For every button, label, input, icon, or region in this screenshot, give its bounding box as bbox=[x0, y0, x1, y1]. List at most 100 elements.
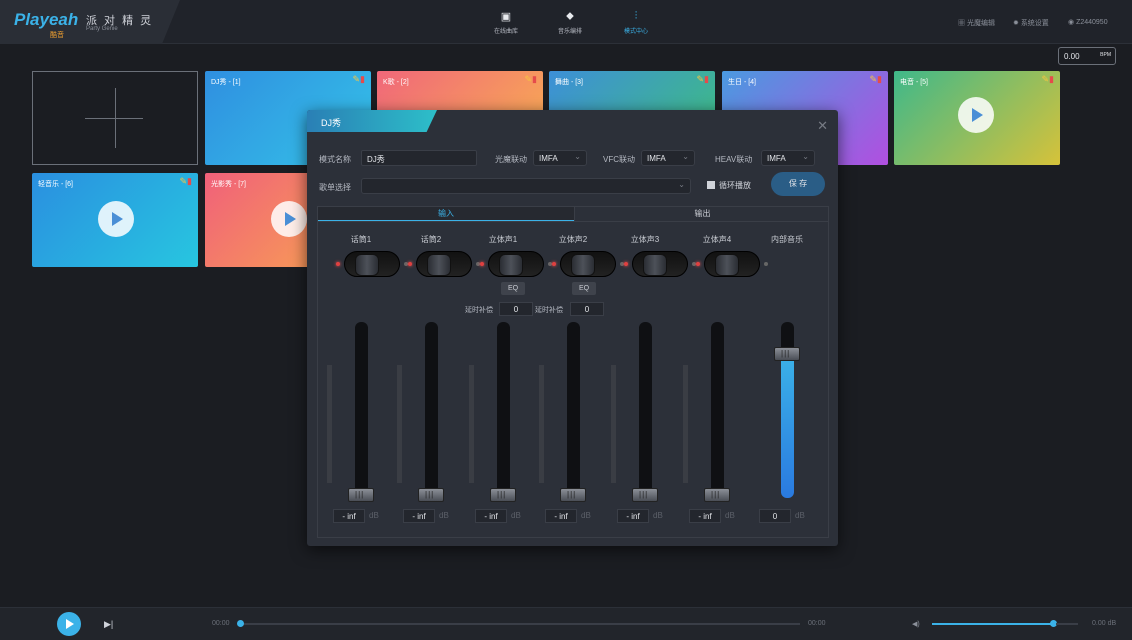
channel-name: 立体声4 bbox=[702, 235, 732, 244]
db-input[interactable]: - inf bbox=[689, 509, 721, 523]
edit-icon[interactable]: ✎ bbox=[525, 74, 533, 84]
db-input[interactable]: 0 bbox=[759, 509, 791, 523]
volume-slider[interactable] bbox=[932, 620, 1057, 627]
level-meter bbox=[611, 365, 616, 483]
add-mode-button[interactable] bbox=[32, 71, 198, 165]
fader-track[interactable] bbox=[355, 322, 368, 498]
fader-track[interactable] bbox=[425, 322, 438, 498]
delete-icon[interactable]: ▮ bbox=[704, 74, 709, 84]
tab-output[interactable]: 输出 bbox=[574, 207, 830, 221]
save-button[interactable]: 保 存 bbox=[771, 172, 825, 196]
next-track-icon[interactable]: ▶| bbox=[104, 619, 113, 630]
db-input[interactable]: - inf bbox=[475, 509, 507, 523]
fader-thumb[interactable] bbox=[418, 488, 444, 502]
progress-slider[interactable] bbox=[237, 620, 800, 627]
app-name-en: Party Genie bbox=[86, 26, 118, 32]
checkbox-icon bbox=[707, 181, 715, 189]
db-input[interactable]: - inf bbox=[333, 509, 365, 523]
fader-thumb[interactable] bbox=[560, 488, 586, 502]
channel-switch[interactable] bbox=[488, 251, 544, 277]
channel-switch[interactable] bbox=[632, 251, 688, 277]
level-meter bbox=[469, 365, 474, 483]
edit-icon[interactable]: ✎ bbox=[697, 74, 705, 84]
edit-icon[interactable]: ✎ bbox=[1042, 74, 1050, 84]
play-icon[interactable] bbox=[98, 201, 134, 237]
delay-label-stereo1: 延时补偿 bbox=[465, 307, 493, 314]
channel-name: 话筒2 bbox=[420, 235, 442, 244]
settings-link[interactable]: ✹ 系统设置 bbox=[1013, 18, 1049, 28]
edit-icon[interactable]: ✎ bbox=[353, 74, 361, 84]
progress-handle[interactable] bbox=[237, 620, 244, 627]
db-input[interactable]: - inf bbox=[545, 509, 577, 523]
heav-link-select[interactable]: IMFA bbox=[761, 150, 815, 166]
vfc-link-select[interactable]: IMFA bbox=[641, 150, 695, 166]
io-tabs: 输入 输出 bbox=[317, 206, 829, 222]
channel-switch[interactable] bbox=[560, 251, 616, 277]
nav-tab-online-library[interactable]: ▣ 在线曲库 bbox=[481, 10, 531, 35]
card-title: 生日 - [4] bbox=[728, 79, 757, 86]
loop-checkbox[interactable]: 循环播放 bbox=[707, 180, 751, 191]
card-title: 电音 - [5] bbox=[900, 79, 929, 86]
vfc-link-label: VFC联动 bbox=[603, 155, 635, 164]
fader-track[interactable] bbox=[639, 322, 652, 498]
edit-icon[interactable]: ✎ bbox=[180, 176, 188, 186]
signal-led bbox=[336, 262, 340, 266]
delay-input-stereo2[interactable]: 0 bbox=[570, 302, 604, 316]
signal-led bbox=[408, 262, 412, 266]
delete-icon[interactable]: ▮ bbox=[1049, 74, 1054, 84]
db-input[interactable]: - inf bbox=[617, 509, 649, 523]
tab-input[interactable]: 输入 bbox=[318, 207, 574, 221]
delete-icon[interactable]: ▮ bbox=[877, 74, 882, 84]
fader-track[interactable] bbox=[711, 322, 724, 498]
fader-thumb[interactable] bbox=[632, 488, 658, 502]
channel-switch[interactable] bbox=[344, 251, 400, 277]
fader-track[interactable] bbox=[567, 322, 580, 498]
fader-thumb[interactable] bbox=[774, 346, 800, 361]
db-unit: dB bbox=[725, 511, 735, 520]
edit-icon[interactable]: ✎ bbox=[870, 74, 878, 84]
delay-input-stereo1[interactable]: 0 bbox=[499, 302, 533, 316]
delete-icon[interactable]: ▮ bbox=[532, 74, 537, 84]
signal-led bbox=[480, 262, 484, 266]
eq-button-stereo1[interactable]: EQ bbox=[501, 282, 525, 295]
card-title: 舞曲 - [3] bbox=[555, 79, 584, 86]
volume-db: 0.00 dB bbox=[1092, 620, 1117, 627]
eq-button-stereo2[interactable]: EQ bbox=[572, 282, 596, 295]
close-icon[interactable]: ✕ bbox=[817, 118, 828, 134]
level-meter bbox=[539, 365, 544, 483]
fader-thumb[interactable] bbox=[348, 488, 374, 502]
mode-card-edm[interactable]: 电音 - [5] ✎▮ bbox=[894, 71, 1060, 165]
light-link-select[interactable]: IMFA bbox=[533, 150, 587, 166]
level-meter bbox=[327, 365, 332, 483]
bpm-unit: BPM bbox=[1100, 52, 1111, 58]
card-title: 轻音乐 - [6] bbox=[38, 181, 74, 188]
delete-icon[interactable]: ▮ bbox=[360, 74, 365, 84]
fader-thumb[interactable] bbox=[704, 488, 730, 502]
play-icon[interactable] bbox=[271, 201, 307, 237]
user-menu[interactable]: ◉ Z2440950 bbox=[1068, 18, 1108, 26]
mode-name-input[interactable]: DJ秀 bbox=[361, 150, 477, 166]
channel-switch[interactable] bbox=[704, 251, 760, 277]
light-edit-link[interactable]: ▦ 光魔编辑 bbox=[958, 18, 995, 28]
db-input[interactable]: - inf bbox=[403, 509, 435, 523]
delete-icon[interactable]: ▮ bbox=[187, 176, 192, 186]
channel-switch[interactable] bbox=[416, 251, 472, 277]
card-title: K歌 - [2] bbox=[383, 79, 409, 86]
play-button[interactable] bbox=[57, 612, 81, 636]
playlist-select[interactable] bbox=[361, 178, 691, 194]
mixer-icon: ⫶ bbox=[634, 10, 638, 22]
logo-area: Playeah 酷音 派 对 精 灵 Party Genie bbox=[0, 0, 180, 44]
signal-led bbox=[696, 262, 700, 266]
speaker-icon[interactable]: ◀) bbox=[912, 620, 920, 628]
play-icon[interactable] bbox=[958, 97, 994, 133]
fader-track[interactable] bbox=[497, 322, 510, 498]
volume-track-rest bbox=[1056, 623, 1078, 625]
card-title: 光影秀 - [7] bbox=[211, 181, 247, 188]
mode-card-light-music[interactable]: 轻音乐 - [6] ✎▮ bbox=[32, 173, 198, 267]
db-unit: dB bbox=[511, 511, 521, 520]
fader-thumb[interactable] bbox=[490, 488, 516, 502]
nav-tab-mode-center[interactable]: ⫶ 模式中心 bbox=[611, 10, 661, 35]
dialog-title-tab: DJ秀 bbox=[307, 110, 437, 132]
signal-led bbox=[764, 262, 768, 266]
nav-tab-music-arrange[interactable]: ⬥ 音乐编排 bbox=[545, 10, 595, 35]
